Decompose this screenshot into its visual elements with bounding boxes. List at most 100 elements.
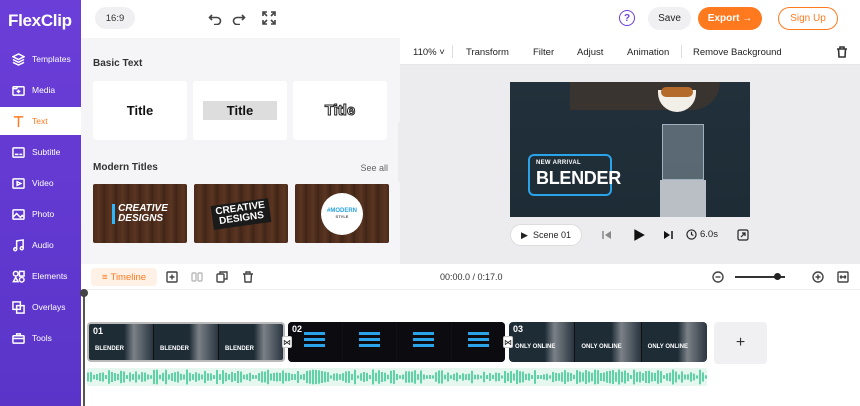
transition-icon[interactable]: ⋈ [503,336,513,348]
fit-timeline-icon[interactable] [836,270,849,283]
waveform-bar [174,372,176,382]
timeline-toolbar: ≡ Timeline 00:00.0 / 0:17.0 [81,264,860,290]
video-preview[interactable]: NEW ARRIVAL BLENDER [510,82,750,217]
clip-frame: BLENDER [154,324,219,360]
play-icon[interactable] [631,227,647,243]
modern-title-template-3[interactable]: #MODERN STYLE [295,184,389,243]
duplicate-icon[interactable] [215,270,228,283]
template-badge: #MODERN STYLE [321,192,363,235]
waveform-bar [381,371,383,383]
sidebar-item-subtitle[interactable]: Subtitle [0,138,81,166]
timeline-zoom-slider[interactable] [735,273,785,280]
waveform-bar [576,370,578,384]
sidebar-item-label: Tools [32,333,52,343]
sign-up-button[interactable]: Sign Up [778,7,838,30]
save-button[interactable]: Save [648,7,691,30]
waveform-bar [444,374,446,380]
waveform-bar [300,374,302,380]
zoom-out-icon[interactable] [711,270,724,283]
waveform-bar [99,372,101,382]
sidebar-item-media[interactable]: Media [0,76,81,104]
waveform-bar [516,369,518,385]
sidebar-item-label: Media [32,85,56,95]
sidebar-item-templates[interactable]: Templates [0,45,81,73]
redo-icon[interactable] [231,10,247,26]
split-icon[interactable] [190,270,203,283]
clip-caption: ONLY ONLINE [515,344,556,350]
scene-clip-01[interactable]: 01 BLENDER BLENDER BLENDER [87,322,285,362]
waveform-bar [249,372,251,382]
add-clip-button[interactable]: + [714,322,767,364]
sidebar-item-overlays[interactable]: Overlays [0,293,81,321]
waveform-bar [435,372,437,382]
zoom-slider-handle[interactable] [774,273,781,280]
scene-duration[interactable]: 6.0s [686,229,718,240]
waveform-bar [612,370,614,384]
transform-button[interactable]: Transform [466,47,509,58]
aspect-ratio-button[interactable]: 16:9 [95,7,135,29]
timeline-tracks: 01 BLENDER BLENDER BLENDER ⋈ 02 ⋈ 03 ONL… [80,289,860,406]
waveform-bar [363,371,365,383]
undo-icon[interactable] [207,10,223,26]
sidebar-item-text[interactable]: Text [0,107,81,135]
zoom-in-icon[interactable] [811,270,824,283]
waveform-bar [558,373,560,381]
waveform-bar [459,375,461,379]
video-tagline[interactable]: NEW ARRIVAL [536,160,581,166]
waveform-bar [144,372,146,382]
playhead[interactable] [80,289,88,406]
adjust-button[interactable]: Adjust [577,47,603,58]
waveform-bar [177,371,179,383]
sidebar-item-label: Photo [32,209,55,219]
modern-title-template-1[interactable]: CREATIVE DESIGNS [93,184,187,243]
waveform-bar [588,371,590,383]
template-line: STYLE [335,214,349,219]
sidebar-item-audio[interactable]: Audio [0,231,81,259]
animation-button[interactable]: Animation [627,47,669,58]
waveform-bar [489,373,491,381]
scene-select-button[interactable]: ▶ Scene 01 [510,224,582,246]
waveform-bar [282,370,284,384]
clip-number: 01 [93,326,104,336]
timeline-button[interactable]: ≡ Timeline [91,268,157,286]
fit-screen-icon[interactable] [736,228,750,242]
skip-forward-icon[interactable] [661,228,675,242]
trash-icon[interactable] [836,46,848,61]
delete-icon[interactable] [241,270,254,283]
waveform-bar [159,374,161,380]
app-logo[interactable]: FlexClip [8,11,72,31]
sidebar-item-tools[interactable]: Tools [0,324,81,352]
sidebar-item-label: Video [32,178,54,188]
sidebar-item-photo[interactable]: Photo [0,200,81,228]
remove-background-button[interactable]: Remove Background [693,47,782,58]
scene-clip-03[interactable]: 03 ONLY ONLINE ONLY ONLINE ONLY ONLINE [509,322,707,362]
waveform-bar [399,375,401,379]
video-title[interactable]: BLENDER [536,168,621,189]
modern-title-template-2[interactable]: CREATIVE DESIGNS [194,184,288,243]
fullscreen-icon[interactable] [261,10,277,26]
clip-caption: BLENDER [95,346,125,352]
waveform-bar [636,372,638,382]
sidebar-item-elements[interactable]: Elements [0,262,81,290]
waveform-bar [213,375,215,379]
divider [452,45,453,58]
help-icon[interactable]: ? [619,10,635,26]
audio-track[interactable] [87,368,707,386]
filter-button[interactable]: Filter [533,47,554,58]
basic-text-card-plain[interactable]: Title [93,81,187,140]
waveform-bar [615,372,617,382]
basic-text-card-highlight[interactable]: Title [193,81,287,140]
export-button[interactable]: Export → [698,7,762,30]
waveform-bar [645,370,647,384]
sidebar-item-video[interactable]: Video [0,169,81,197]
skip-back-icon[interactable] [600,228,614,242]
transition-icon[interactable]: ⋈ [282,336,292,348]
zoom-select[interactable]: 110% ˅ [413,47,445,58]
video-arm [570,82,720,110]
add-scene-icon[interactable] [165,270,178,283]
sidebar-item-label: Audio [32,240,54,250]
basic-text-card-outline[interactable]: Title [293,81,387,140]
scene-clip-02[interactable]: 02 [288,322,505,362]
waveform-bar [207,373,209,381]
see-all-link[interactable]: See all [360,163,388,173]
